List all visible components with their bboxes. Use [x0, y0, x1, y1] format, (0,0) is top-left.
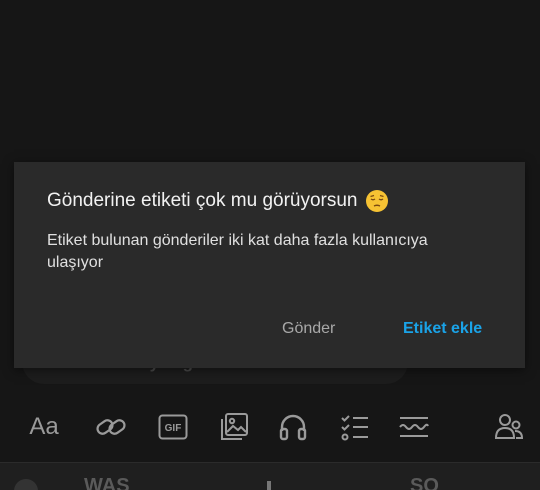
- link-icon[interactable]: [94, 410, 128, 444]
- dialog-title: Gönderine etiketi çok mu görüyorsun: [47, 190, 388, 212]
- add-tag-button[interactable]: Etiket ekle: [403, 320, 482, 338]
- image-icon[interactable]: [217, 410, 251, 444]
- bottom-right-text: SO: [410, 475, 439, 490]
- text-format-label: Aa: [29, 413, 59, 440]
- bottom-left-text: WAS: [84, 475, 130, 490]
- bottom-bar: WAS SO: [0, 462, 540, 490]
- people-icon[interactable]: [492, 410, 526, 444]
- send-button[interactable]: Gönder: [282, 320, 335, 338]
- gif-icon[interactable]: GIF: [156, 410, 190, 444]
- headphones-icon[interactable]: [276, 410, 310, 444]
- pensive-face-icon: [365, 190, 388, 212]
- gif-label: GIF: [165, 423, 182, 434]
- checklist-icon[interactable]: [338, 410, 372, 444]
- wave-icon[interactable]: [397, 410, 431, 444]
- composer-toolbar: Aa GIF: [0, 400, 540, 458]
- text-format-icon[interactable]: Aa: [27, 410, 61, 444]
- dialog-title-text: Gönderine etiketi çok mu görüyorsun: [47, 190, 358, 211]
- tag-suggestion-dialog: Gönderine etiketi çok mu görüyorsun Etik…: [14, 162, 525, 368]
- dialog-body: Etiket bulunan gönderiler iki kat daha f…: [47, 232, 428, 271]
- avatar[interactable]: [14, 479, 38, 490]
